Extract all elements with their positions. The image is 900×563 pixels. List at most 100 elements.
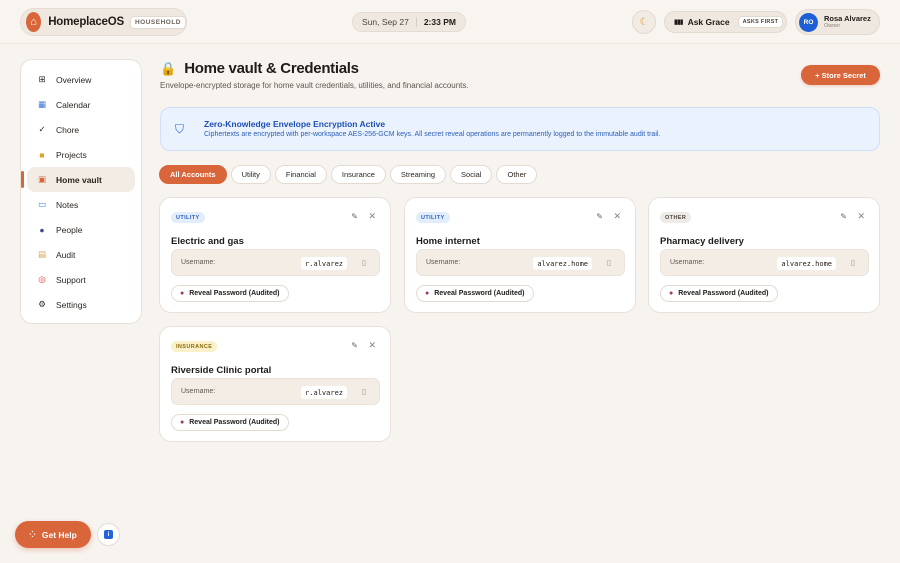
filter-financial[interactable]: Financial xyxy=(274,165,327,184)
info-icon: i xyxy=(104,530,113,539)
sidebar-item-audit[interactable]: ▤ Audit xyxy=(27,242,135,267)
grid-icon: ⊞ xyxy=(38,74,46,84)
sidebar-item-overview[interactable]: ⊞ Overview xyxy=(27,67,135,92)
moon-icon[interactable]: ☾ xyxy=(632,10,656,34)
copy-icon[interactable]: ▯ xyxy=(851,258,855,267)
brand-name: HomeplaceOS xyxy=(48,16,124,28)
get-help-button[interactable]: ⁘ Get Help xyxy=(15,521,91,548)
username-label: Username: xyxy=(670,259,705,266)
copy-icon[interactable]: ▯ xyxy=(362,387,366,396)
sidebar-item-label: Support xyxy=(56,274,86,285)
sidebar-item-people[interactable]: ● People xyxy=(27,217,135,242)
reveal-label: Reveal Password (Audited) xyxy=(189,290,280,297)
gear-icon: ⚙ xyxy=(38,299,46,309)
username-field: Username: alvarez.home ▯ xyxy=(660,249,869,276)
sidebar-item-projects[interactable]: ■ Projects xyxy=(27,142,135,167)
banner-text: Ciphertexts are encrypted with per-works… xyxy=(204,131,661,138)
help-icon: ⁘ xyxy=(29,530,36,539)
reveal-password-button[interactable]: ● Reveal Password (Audited) xyxy=(416,285,535,302)
copy-icon[interactable]: ▯ xyxy=(362,258,366,267)
edit-icon[interactable]: ✎ xyxy=(596,212,603,221)
top-bar: ⌂ HomeplaceOS HOUSEHOLD Sun, Sep 27 2:33… xyxy=(0,0,900,44)
store-secret-button[interactable]: + Store Secret xyxy=(801,65,880,85)
username-value: r.alvarez xyxy=(301,386,347,399)
close-icon[interactable]: ✕ xyxy=(368,211,376,222)
username-field: Username: r.alvarez ▯ xyxy=(171,378,380,405)
page-subtitle: Envelope-encrypted storage for home vaul… xyxy=(160,81,469,90)
user-meta: Rosa Alvarez Owner xyxy=(824,14,871,30)
close-icon[interactable]: ✕ xyxy=(368,340,376,351)
sidebar-item-home-vault[interactable]: ▣ Home vault xyxy=(21,167,135,192)
shield-icon: ⛉ xyxy=(175,122,185,136)
sidebar-item-settings[interactable]: ⚙ Settings xyxy=(27,292,135,317)
reveal-password-button[interactable]: ● Reveal Password (Audited) xyxy=(171,414,290,431)
filter-utility[interactable]: Utility xyxy=(230,165,271,184)
filter-insurance[interactable]: Insurance xyxy=(330,165,386,184)
credential-name: Home internet xyxy=(416,236,480,247)
username-field: Username: r.alvarez ▯ xyxy=(171,249,380,276)
credential-name: Pharmacy delivery xyxy=(660,236,744,247)
username-value: alvarez.home xyxy=(777,257,836,270)
edit-icon[interactable]: ✎ xyxy=(351,212,358,221)
sidebar-item-calendar[interactable]: ▦ Calendar xyxy=(27,92,135,117)
copy-icon[interactable]: ▯ xyxy=(607,258,611,267)
filter-social[interactable]: Social xyxy=(450,165,493,184)
sidebar-item-label: Audit xyxy=(56,249,76,260)
credential-card: OTHER ✎ ✕ Pharmacy delivery Username: al… xyxy=(648,197,880,313)
waveform-icon: ▮▮▮ xyxy=(674,19,684,26)
page-title: Home vault & Credentials xyxy=(184,60,359,77)
close-icon[interactable]: ✕ xyxy=(857,211,865,222)
info-button[interactable]: i xyxy=(97,523,120,546)
sidebar-item-notes[interactable]: ▭ Notes xyxy=(27,192,135,217)
reveal-label: Reveal Password (Audited) xyxy=(678,290,769,297)
current-date: Sun, Sep 27 xyxy=(362,17,409,27)
edit-icon[interactable]: ✎ xyxy=(351,341,358,350)
username-value: alvarez.home xyxy=(533,257,592,270)
sidebar-item-label: Settings xyxy=(56,299,87,310)
sidebar-item-support[interactable]: ◎ Support xyxy=(27,267,135,292)
sidebar-item-label: Overview xyxy=(56,74,92,85)
category-tag: OTHER xyxy=(660,212,692,223)
brand[interactable]: ⌂ HomeplaceOS HOUSEHOLD xyxy=(20,8,187,36)
page-header: 🔒 Home vault & Credentials xyxy=(160,60,359,77)
credential-card: UTILITY ✎ ✕ Electric and gas Username: r… xyxy=(159,197,391,313)
reveal-password-button[interactable]: ● Reveal Password (Audited) xyxy=(660,285,779,302)
reveal-password-button[interactable]: ● Reveal Password (Audited) xyxy=(171,285,290,302)
sidebar-item-label: Home vault xyxy=(56,174,102,185)
filter-all-accounts[interactable]: All Accounts xyxy=(159,165,227,184)
banner-title: Zero-Knowledge Envelope Encryption Activ… xyxy=(204,119,386,129)
sidebar-item-label: Calendar xyxy=(56,99,91,110)
avatar: RO xyxy=(799,12,818,32)
sidebar-item-label: Notes xyxy=(56,199,79,210)
filter-streaming[interactable]: Streaming xyxy=(389,165,447,184)
encryption-banner: ⛉ Zero-Knowledge Envelope Encryption Act… xyxy=(160,107,880,151)
edit-icon[interactable]: ✎ xyxy=(840,212,847,221)
sidebar-item-label: People xyxy=(56,224,83,235)
user-role: Owner xyxy=(824,23,841,29)
sidebar-item-chore[interactable]: ✓ Chore xyxy=(27,117,135,142)
clock: Sun, Sep 27 2:33 PM xyxy=(352,12,466,32)
book-icon: ▭ xyxy=(37,199,47,209)
eye-icon: ● xyxy=(180,419,185,426)
workspace-badge: HOUSEHOLD xyxy=(129,15,186,29)
lifebuoy-icon: ◎ xyxy=(38,274,46,284)
username-label: Username: xyxy=(181,259,216,266)
user-menu[interactable]: RO Rosa Alvarez Owner xyxy=(795,9,880,35)
close-icon[interactable]: ✕ xyxy=(613,211,621,222)
category-filters: All Accounts Utility Financial Insurance… xyxy=(159,165,538,184)
ask-grace-button[interactable]: ▮▮▮ Ask Grace ASKS FIRST xyxy=(664,11,787,33)
check-icon: ✓ xyxy=(38,124,46,134)
lock-icon: ▣ xyxy=(37,174,47,184)
calendar-icon: ▦ xyxy=(37,99,47,109)
username-label: Username: xyxy=(181,388,216,395)
filter-other[interactable]: Other xyxy=(496,165,538,184)
people-icon: ● xyxy=(39,224,45,235)
current-time: 2:33 PM xyxy=(423,17,456,27)
folder-icon: ■ xyxy=(39,149,45,160)
credential-card: UTILITY ✎ ✕ Home internet Username: alva… xyxy=(404,197,636,313)
sidebar: ⊞ Overview ▦ Calendar ✓ Chore ■ Projects… xyxy=(20,59,142,324)
house-icon: ⌂ xyxy=(26,12,42,32)
credential-name: Electric and gas xyxy=(171,236,244,247)
category-tag: UTILITY xyxy=(416,212,450,223)
category-tag: INSURANCE xyxy=(171,341,218,352)
